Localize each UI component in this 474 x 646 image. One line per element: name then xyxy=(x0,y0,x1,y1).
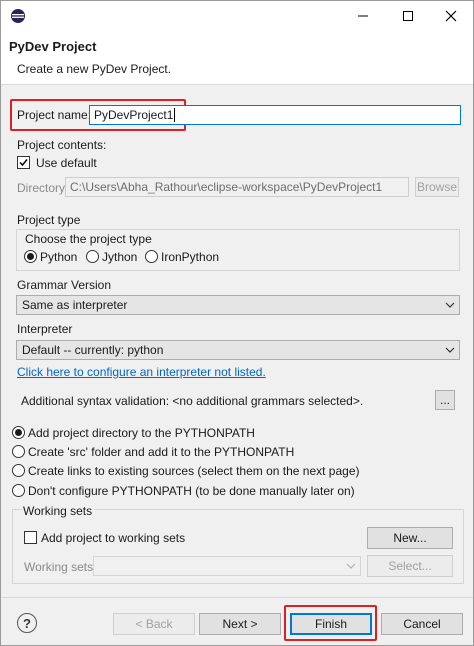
help-icon[interactable]: ? xyxy=(17,613,37,633)
minimize-icon xyxy=(358,15,368,17)
checkmark-icon xyxy=(19,159,28,167)
dialog-title: PyDev Project xyxy=(9,39,97,54)
python-label: Python xyxy=(40,250,78,264)
working-sets-label: Working sets xyxy=(21,504,95,518)
jython-radio[interactable] xyxy=(86,250,99,263)
eclipse-icon xyxy=(11,9,25,23)
maximize-icon xyxy=(403,11,413,21)
text-cursor xyxy=(174,108,179,122)
pythonpath-none-label: Don't configure PYTHONPATH (to be done m… xyxy=(28,484,355,498)
grammar-version-label: Grammar Version xyxy=(17,278,112,292)
chevron-down-icon xyxy=(445,347,455,353)
project-name-value: PyDevProject1 xyxy=(94,108,174,122)
ironpython-label: IronPython xyxy=(161,250,220,264)
chevron-down-icon xyxy=(346,563,356,569)
minimize-button[interactable] xyxy=(341,1,385,31)
pythonpath-src-folder-label: Create 'src' folder and add it to the PY… xyxy=(28,445,295,459)
syntax-validation-text: Additional syntax validation: <no additi… xyxy=(21,394,364,408)
close-button[interactable] xyxy=(429,1,473,31)
configure-interpreter-link[interactable]: Click here to configure an interpreter n… xyxy=(17,365,266,379)
maximize-button[interactable] xyxy=(386,1,430,31)
project-contents-label: Project contents: xyxy=(17,138,107,152)
syntax-options-button[interactable]: ... xyxy=(435,390,455,410)
pythonpath-add-project-radio[interactable] xyxy=(12,426,25,439)
next-button[interactable]: Next > xyxy=(199,613,281,635)
back-button[interactable]: < Back xyxy=(113,613,195,635)
add-to-working-sets-checkbox[interactable] xyxy=(24,531,37,544)
use-default-label: Use default xyxy=(36,156,97,170)
use-default-checkbox[interactable] xyxy=(17,156,30,169)
select-working-set-button[interactable]: Select... xyxy=(367,555,453,577)
grammar-version-value: Same as interpreter xyxy=(22,298,128,312)
footer-divider xyxy=(1,597,473,598)
title-bar xyxy=(1,1,473,31)
add-to-working-sets-label: Add project to working sets xyxy=(41,531,186,545)
pythonpath-none-radio[interactable] xyxy=(12,484,25,497)
project-name-input[interactable]: PyDevProject1 xyxy=(89,105,461,125)
cancel-button[interactable]: Cancel xyxy=(381,613,463,635)
directory-input[interactable]: C:\Users\Abha_Rathour\eclipse-workspace\… xyxy=(65,177,409,197)
working-sets-select[interactable] xyxy=(93,556,361,576)
working-sets-field-label: Working sets: xyxy=(24,560,97,574)
pythonpath-src-folder-radio[interactable] xyxy=(12,445,25,458)
jython-label: Jython xyxy=(102,250,138,264)
interpreter-select[interactable]: Default -- currently: python xyxy=(16,340,460,360)
pythonpath-links-radio[interactable] xyxy=(12,464,25,477)
new-working-set-button[interactable]: New... xyxy=(367,527,453,549)
chevron-down-icon xyxy=(445,302,455,308)
pythonpath-add-project-label: Add project directory to the PYTHONPATH xyxy=(28,426,255,440)
python-radio[interactable] xyxy=(24,250,37,263)
pythonpath-links-label: Create links to existing sources (select… xyxy=(28,464,360,478)
pydev-project-dialog: PyDev Project Create a new PyDev Project… xyxy=(0,0,474,646)
browse-button[interactable]: Browse xyxy=(415,177,459,197)
project-name-label: Project name: xyxy=(17,108,92,122)
directory-label: Directory xyxy=(17,181,66,195)
close-icon xyxy=(445,10,457,22)
dialog-header: PyDev Project Create a new PyDev Project… xyxy=(1,31,473,85)
dialog-subtitle: Create a new PyDev Project. xyxy=(17,62,172,76)
grammar-version-select[interactable]: Same as interpreter xyxy=(16,295,460,315)
project-type-label: Project type xyxy=(17,213,81,227)
choose-project-type-label: Choose the project type xyxy=(25,232,152,246)
interpreter-label: Interpreter xyxy=(17,322,73,336)
finish-button[interactable]: Finish xyxy=(290,613,372,635)
interpreter-value: Default -- currently: python xyxy=(22,343,164,357)
ironpython-radio[interactable] xyxy=(145,250,158,263)
